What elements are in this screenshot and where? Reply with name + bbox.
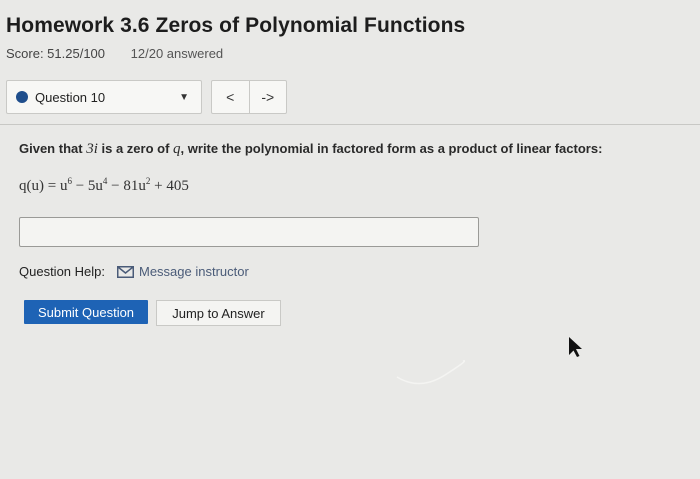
question-nav-group: < -> (211, 80, 287, 114)
page-title: Homework 3.6 Zeros of Polynomial Functio… (6, 14, 466, 37)
eq-lhs: q(u) = u (19, 178, 68, 194)
homework-page: Homework 3.6 Zeros of Polynomial Functio… (0, 0, 700, 479)
eq-term3: − 81u (107, 178, 146, 194)
divider (0, 124, 700, 125)
chevron-down-icon: ▼ (179, 91, 189, 103)
mouse-pointer-icon (569, 337, 582, 357)
score-row: Score: 51.25/100 12/20 answered (6, 46, 223, 61)
jump-to-answer-button[interactable]: Jump to Answer (156, 300, 281, 326)
prompt-after: , write the polynomial in factored form … (180, 141, 603, 156)
eq-term4: + 405 (150, 178, 189, 194)
question-prompt: Given that 3i is a zero of q, write the … (19, 141, 602, 158)
question-select-label: Question 10 (35, 89, 106, 105)
polynomial-equation: q(u) = u6 − 5u4 − 81u2 + 405 (19, 176, 189, 195)
function-name: q (173, 141, 181, 157)
zero-value: 3i (86, 141, 98, 157)
previous-question-button[interactable]: < (212, 81, 249, 113)
status-dot-icon (16, 91, 28, 103)
answered-count: 12/20 answered (130, 46, 224, 61)
submit-question-button[interactable]: Submit Question (24, 300, 148, 324)
next-question-button[interactable]: -> (248, 81, 287, 113)
prompt-before: Given that (19, 141, 83, 156)
message-instructor-link[interactable]: Message instructor (139, 264, 249, 279)
screen-smudge (396, 360, 465, 385)
prompt-middle: is a zero of (101, 141, 170, 156)
eq-term2: − 5u (71, 178, 103, 194)
score-text: Score: 51.25/100 (6, 46, 106, 61)
envelope-icon (117, 265, 134, 278)
question-select[interactable]: Question 10 ▼ (6, 80, 202, 114)
answer-input[interactable] (19, 217, 479, 247)
question-help: Question Help: Message instructor (19, 264, 249, 279)
question-help-label: Question Help: (19, 264, 105, 279)
